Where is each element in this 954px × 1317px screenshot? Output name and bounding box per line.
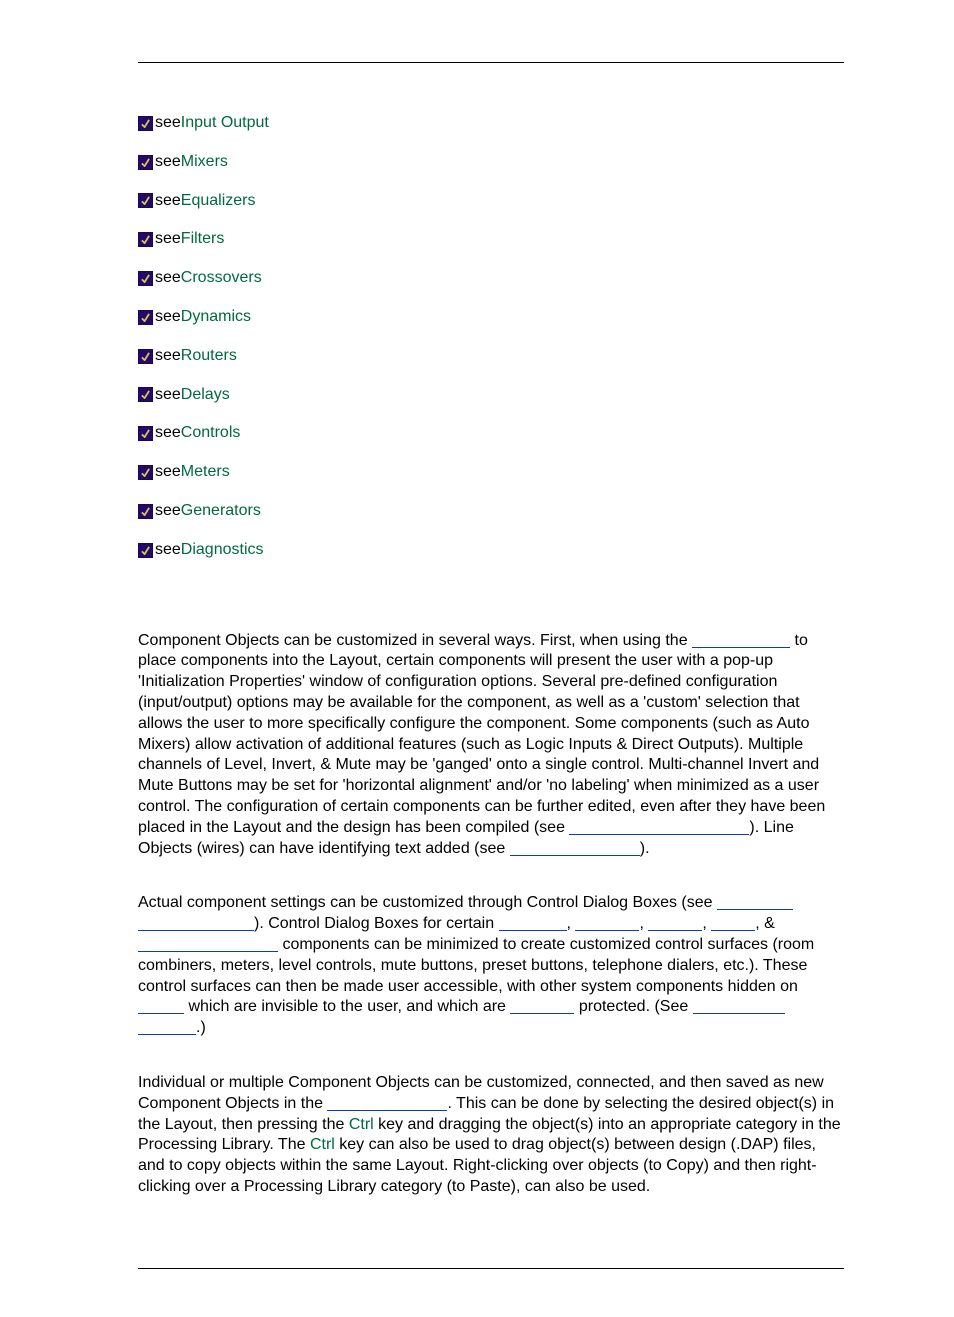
link-filters[interactable]: see Filters — [138, 229, 844, 250]
blank-link[interactable] — [138, 997, 184, 1014]
hotkey-ctrl: Ctrl — [349, 1116, 374, 1133]
link-label: Dynamics — [181, 307, 251, 328]
link-label: Delays — [181, 385, 230, 406]
blank-link[interactable] — [648, 914, 702, 931]
text: , & — [755, 915, 775, 932]
document-page: see Input Output see Mixers see Equalize… — [0, 0, 954, 1317]
link-equalizers[interactable]: see Equalizers — [138, 191, 844, 212]
link-controls[interactable]: see Controls — [138, 423, 844, 444]
topic-icon — [138, 504, 153, 519]
text: , — [702, 915, 711, 932]
text: Component Objects can be customized in s… — [138, 632, 692, 649]
see-prefix: see — [155, 152, 181, 173]
text: to place components into the Layout, cer… — [138, 632, 825, 836]
blank-link[interactable] — [499, 914, 567, 931]
text: protected. (See — [574, 998, 692, 1015]
link-crossovers[interactable]: see Crossovers — [138, 268, 844, 289]
blank-link[interactable] — [711, 914, 755, 931]
topic-icon — [138, 426, 153, 441]
see-prefix: see — [155, 462, 181, 483]
blank-link[interactable] — [575, 914, 639, 931]
link-dynamics[interactable]: see Dynamics — [138, 307, 844, 328]
link-meters[interactable]: see Meters — [138, 462, 844, 483]
topic-icon — [138, 155, 153, 170]
topic-icon — [138, 232, 153, 247]
topic-icon — [138, 116, 153, 131]
topic-icon — [138, 387, 153, 402]
blank-link[interactable] — [569, 818, 749, 835]
paragraph-1: Component Objects can be customized in s… — [138, 631, 844, 860]
blank-link[interactable] — [138, 914, 254, 931]
see-prefix: see — [155, 191, 181, 212]
blank-link[interactable] — [327, 1094, 447, 1111]
text: which are invisible to the user, and whi… — [184, 998, 510, 1015]
paragraph-3: Individual or multiple Component Objects… — [138, 1073, 844, 1198]
blank-link[interactable] — [510, 839, 640, 856]
topic-icon — [138, 271, 153, 286]
link-diagnostics[interactable]: see Diagnostics — [138, 540, 844, 561]
text: Actual component settings can be customi… — [138, 894, 717, 911]
text: , — [639, 915, 648, 932]
link-label: Generators — [181, 501, 261, 522]
see-prefix: see — [155, 268, 181, 289]
link-mixers[interactable]: see Mixers — [138, 152, 844, 173]
see-prefix: see — [155, 540, 181, 561]
text: ). Control Dialog Boxes for certain — [254, 915, 499, 932]
blank-link[interactable] — [138, 935, 278, 952]
see-prefix: see — [155, 501, 181, 522]
link-label: Controls — [181, 423, 241, 444]
text: .) — [196, 1019, 206, 1036]
blank-link[interactable] — [717, 893, 793, 910]
link-generators[interactable]: see Generators — [138, 501, 844, 522]
link-label: Diagnostics — [181, 540, 264, 561]
link-input-output[interactable]: see Input Output — [138, 113, 844, 134]
link-label: Filters — [181, 229, 225, 250]
bottom-rule — [138, 1268, 844, 1269]
topic-icon — [138, 310, 153, 325]
topic-icon — [138, 465, 153, 480]
link-label: Input Output — [181, 113, 269, 134]
link-routers[interactable]: see Routers — [138, 346, 844, 367]
see-prefix: see — [155, 423, 181, 444]
see-prefix: see — [155, 229, 181, 250]
text: ). — [640, 840, 650, 857]
topic-icon — [138, 349, 153, 364]
link-list: see Input Output see Mixers see Equalize… — [138, 113, 844, 561]
blank-link[interactable] — [693, 997, 785, 1014]
blank-link[interactable] — [138, 1018, 196, 1035]
text: , — [567, 915, 576, 932]
see-prefix: see — [155, 307, 181, 328]
see-prefix: see — [155, 346, 181, 367]
link-label: Equalizers — [181, 191, 256, 212]
link-label: Routers — [181, 346, 237, 367]
topic-icon — [138, 193, 153, 208]
link-label: Meters — [181, 462, 230, 483]
top-rule — [138, 62, 844, 63]
blank-link[interactable] — [510, 997, 574, 1014]
see-prefix: see — [155, 113, 181, 134]
link-delays[interactable]: see Delays — [138, 385, 844, 406]
link-label: Mixers — [181, 152, 228, 173]
see-prefix: see — [155, 385, 181, 406]
paragraph-2: Actual component settings can be customi… — [138, 893, 844, 1039]
topic-icon — [138, 543, 153, 558]
blank-link[interactable] — [692, 631, 790, 648]
link-label: Crossovers — [181, 268, 262, 289]
hotkey-ctrl: Ctrl — [310, 1136, 335, 1153]
